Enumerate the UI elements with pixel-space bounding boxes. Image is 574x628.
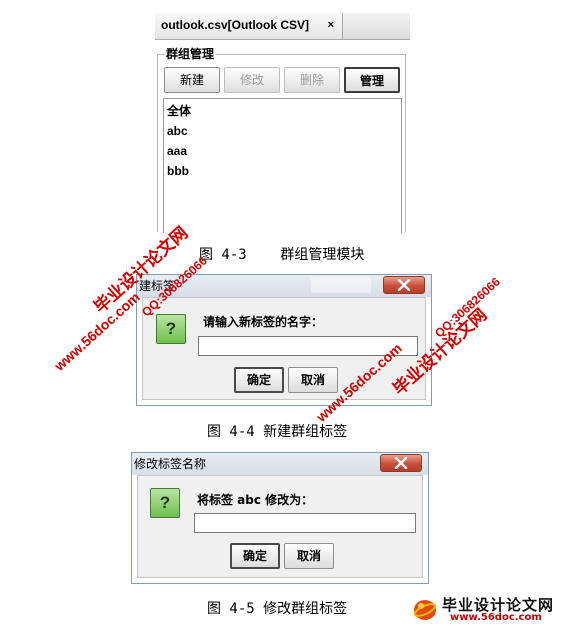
ok-button[interactable]: 确定 (234, 367, 284, 393)
list-item-group[interactable]: aaa (167, 143, 187, 159)
close-x-icon (397, 279, 411, 291)
new-button[interactable]: 新建 (164, 67, 220, 93)
cancel-button[interactable]: 取消 (284, 543, 334, 569)
close-button[interactable] (383, 276, 425, 294)
rename-label-dialog: 修改标签名称 ? 将标签 abc 修改为： 确定 取消 (131, 452, 429, 584)
list-item-group[interactable]: 全体 (167, 103, 191, 119)
delete-button[interactable]: 删除 (284, 67, 340, 93)
logo-url: www.56doc.com (450, 612, 542, 623)
close-icon[interactable]: × (328, 13, 334, 37)
group-management-box: 群组管理 新建 修改 删除 管理 全体 abc aaa bbb (157, 46, 406, 233)
edit-button[interactable]: 修改 (224, 67, 280, 93)
dialog-prompt: 将标签 abc 修改为： (197, 493, 314, 507)
dialog-body: ? 将标签 abc 修改为： 确定 取消 (137, 475, 423, 578)
label-name-input[interactable] (194, 513, 416, 533)
dialog-prompt: 请输入新标签的名字： (203, 315, 324, 329)
list-item-group[interactable]: bbb (167, 163, 189, 179)
cancel-button[interactable]: 取消 (288, 367, 338, 393)
question-icon: ? (156, 314, 186, 344)
list-item-group[interactable]: abc (167, 123, 188, 139)
group-management-panel: outlook.csv[Outlook CSV] × 群组管理 新建 修改 删除… (155, 13, 410, 235)
new-label-dialog: 建标签 ? 请输入新标签的名字： 确定 取消 (136, 274, 432, 406)
tab-outlook-csv[interactable]: outlook.csv[Outlook CSV] × (155, 13, 343, 39)
ok-button[interactable]: 确定 (230, 543, 280, 569)
close-x-icon (394, 457, 408, 469)
group-list[interactable]: 全体 abc aaa bbb (163, 98, 402, 233)
site-logo: 毕业设计论文网 www.56doc.com (406, 593, 574, 628)
question-icon: ? (150, 488, 180, 518)
titlebar-ghost (311, 277, 371, 293)
dialog-titlebar: 修改标签名称 (132, 453, 428, 475)
dialog-title: 修改标签名称 (134, 457, 207, 471)
figure-caption-4-5: 图 4-5 修改群组标签 (207, 601, 348, 617)
tab-bar: outlook.csv[Outlook CSV] × (155, 13, 410, 40)
manage-button[interactable]: 管理 (344, 67, 400, 93)
tab-title: outlook.csv[Outlook CSV] (161, 18, 310, 32)
close-button[interactable] (380, 454, 422, 472)
figure-caption-4-3: 图 4-3 群组管理模块 (199, 247, 365, 263)
logo-icon (413, 600, 437, 620)
figure-caption-4-4: 图 4-4 新建群组标签 (207, 424, 348, 440)
group-box-title: 群组管理 (164, 46, 217, 62)
